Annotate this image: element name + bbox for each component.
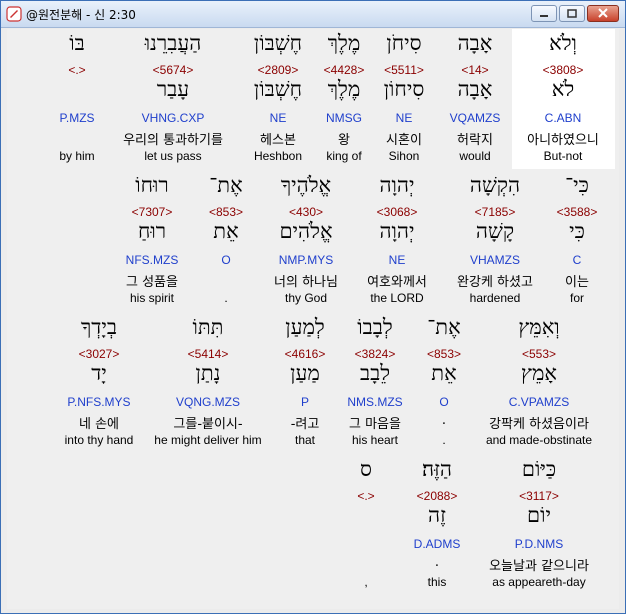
lemma: יוֹם xyxy=(527,503,551,527)
korean-gloss: 그를-붙이시- xyxy=(173,417,243,432)
english-gloss: Heshbon xyxy=(253,149,303,163)
hebrew-word: הִקְשָׁה xyxy=(469,173,521,197)
maximize-icon xyxy=(567,9,577,18)
korean-gloss: 완강케 하셨고 xyxy=(457,275,533,290)
lemma: חֶשְׁבּוֹן xyxy=(253,77,303,101)
title-bar[interactable]: @원전분해 - 신 2:30 xyxy=(1,1,625,28)
english-gloss: , xyxy=(364,575,368,589)
hebrew-word: ס xyxy=(360,457,372,481)
english-gloss: hardened xyxy=(469,291,521,305)
hebrew-word: בּוֹ xyxy=(69,31,85,55)
strong-number[interactable]: <.> xyxy=(21,63,133,77)
strong-number[interactable]: <5674> xyxy=(117,63,229,77)
strong-number[interactable]: <5414> xyxy=(152,347,264,361)
strong-number[interactable]: <.> xyxy=(310,489,422,503)
morphology: P.D.NMS xyxy=(514,537,564,551)
morphology: P.MZS xyxy=(59,111,95,125)
morphology: VQNG.MZS xyxy=(175,395,240,409)
hebrew-word: לְמַעַן xyxy=(285,315,325,339)
strong-number[interactable]: <2809> xyxy=(222,63,334,77)
strong-number[interactable]: <4616> xyxy=(249,347,361,361)
morphology: D.ADMS xyxy=(413,537,461,551)
close-icon xyxy=(598,8,608,18)
korean-gloss: 우리의 통과하기를 xyxy=(123,133,223,148)
english-gloss: into thy hand xyxy=(64,433,134,447)
morphology: P xyxy=(300,395,309,409)
hebrew-word: רוּחוֹ xyxy=(135,173,169,197)
strong-number[interactable]: <7185> xyxy=(439,205,551,219)
korean-gloss: . xyxy=(434,555,440,570)
morphology: NFS.MZS xyxy=(125,253,179,267)
lemma: עָבַר xyxy=(156,77,190,101)
korean-gloss: 네 손에 xyxy=(78,417,119,432)
english-gloss: by him xyxy=(59,149,95,163)
close-button[interactable] xyxy=(587,5,619,22)
strong-number[interactable]: <7307> xyxy=(96,205,208,219)
app-icon xyxy=(6,6,22,22)
strong-number[interactable]: <3027> xyxy=(43,347,155,361)
korean-gloss: -려고 xyxy=(290,417,320,432)
hebrew-word: חֶשְׁבּוֹן xyxy=(253,31,303,55)
app-window: @원전분해 - 신 2:30 וְלֹא <3808> לֹא C.ABN 아니… xyxy=(0,0,626,614)
english-gloss: as appeareth-day xyxy=(492,575,586,589)
hebrew-word: הַעֲבִרֵנוּ xyxy=(144,31,202,55)
morphology: VHAMZS xyxy=(469,253,520,267)
strong-number[interactable]: <3117> xyxy=(483,489,595,503)
window-title: @원전분해 - 신 2:30 xyxy=(26,8,136,22)
lemma: מַעַן xyxy=(290,361,320,385)
english-gloss: let us pass xyxy=(144,149,202,163)
lemma: רוּחַ xyxy=(137,219,167,243)
lemma: זֶה xyxy=(428,503,446,527)
minimize-button[interactable] xyxy=(531,5,557,22)
korean-gloss: 너의 하나님 xyxy=(274,275,338,290)
english-gloss: his spirit xyxy=(129,291,174,305)
english-gloss: he might deliver him xyxy=(154,433,262,447)
korean-gloss: 그 성품을 xyxy=(126,275,178,290)
minimize-icon xyxy=(540,15,548,17)
hebrew-word: תִּתּוֹ xyxy=(192,315,224,339)
hebrew-word: כַּיּוֹם xyxy=(521,457,557,481)
english-gloss: that xyxy=(294,433,315,447)
lemma: קָשָׁה xyxy=(475,219,515,243)
morphology: P.NFS.MYS xyxy=(67,395,131,409)
morphology: NE xyxy=(269,111,287,125)
korean-gloss: 오늘날과 같으니라 xyxy=(489,559,589,574)
analysis-pane: וְלֹא <3808> לֹא C.ABN 아니하였으니 But-not אָ… xyxy=(7,29,619,609)
hebrew-word: בְיָדְךָ xyxy=(80,315,118,339)
lemma: נָתַן xyxy=(195,361,221,385)
morphology: VHNG.CXP xyxy=(141,111,205,125)
lemma: יָד xyxy=(91,361,107,385)
korean-gloss: 헤스본 xyxy=(260,133,296,148)
maximize-button[interactable] xyxy=(559,5,585,22)
